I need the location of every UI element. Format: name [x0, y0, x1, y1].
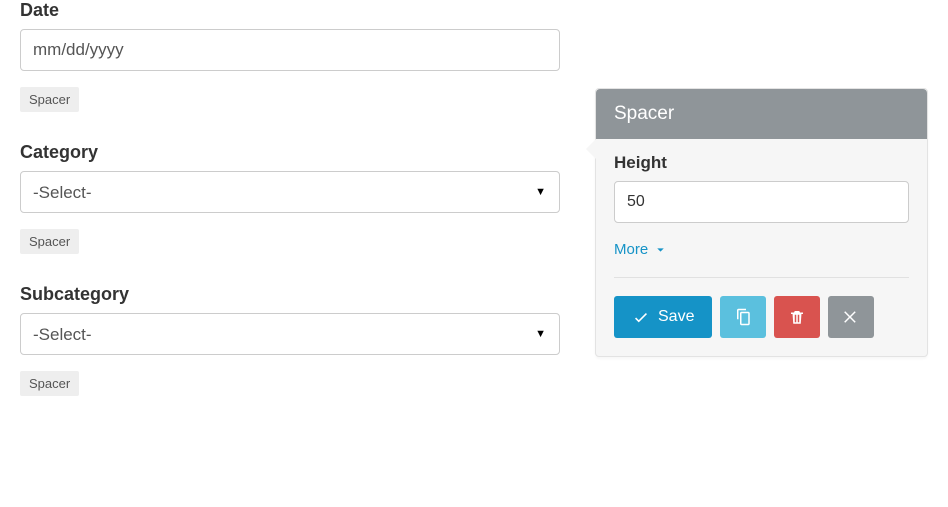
- spacer-settings-popover: Spacer Height More Save: [595, 88, 928, 357]
- category-select[interactable]: -Select-: [20, 171, 560, 213]
- trash-icon: [788, 308, 806, 326]
- subcategory-label: Subcategory: [20, 284, 560, 305]
- popover-divider: [614, 277, 909, 278]
- save-button[interactable]: Save: [614, 296, 712, 338]
- date-input[interactable]: [20, 29, 560, 71]
- category-label: Category: [20, 142, 560, 163]
- date-label: Date: [20, 0, 560, 21]
- delete-button[interactable]: [774, 296, 820, 338]
- save-button-label: Save: [658, 308, 694, 326]
- chevron-down-icon: [654, 243, 667, 256]
- more-label: More: [614, 241, 648, 258]
- spacer-chip-3[interactable]: Spacer: [20, 371, 79, 396]
- close-button[interactable]: [828, 296, 874, 338]
- date-field-group: Date: [20, 0, 560, 71]
- more-toggle[interactable]: More: [614, 241, 667, 258]
- copy-icon: [734, 308, 752, 326]
- close-icon: [842, 308, 860, 326]
- height-label: Height: [614, 153, 909, 173]
- subcategory-field-group: Subcategory -Select- ▼: [20, 284, 560, 355]
- check-icon: [632, 308, 650, 326]
- copy-button[interactable]: [720, 296, 766, 338]
- height-input[interactable]: [614, 181, 909, 223]
- spacer-chip-2[interactable]: Spacer: [20, 229, 79, 254]
- category-field-group: Category -Select- ▼: [20, 142, 560, 213]
- subcategory-select[interactable]: -Select-: [20, 313, 560, 355]
- popover-title: Spacer: [596, 89, 927, 139]
- spacer-chip-1[interactable]: Spacer: [20, 87, 79, 112]
